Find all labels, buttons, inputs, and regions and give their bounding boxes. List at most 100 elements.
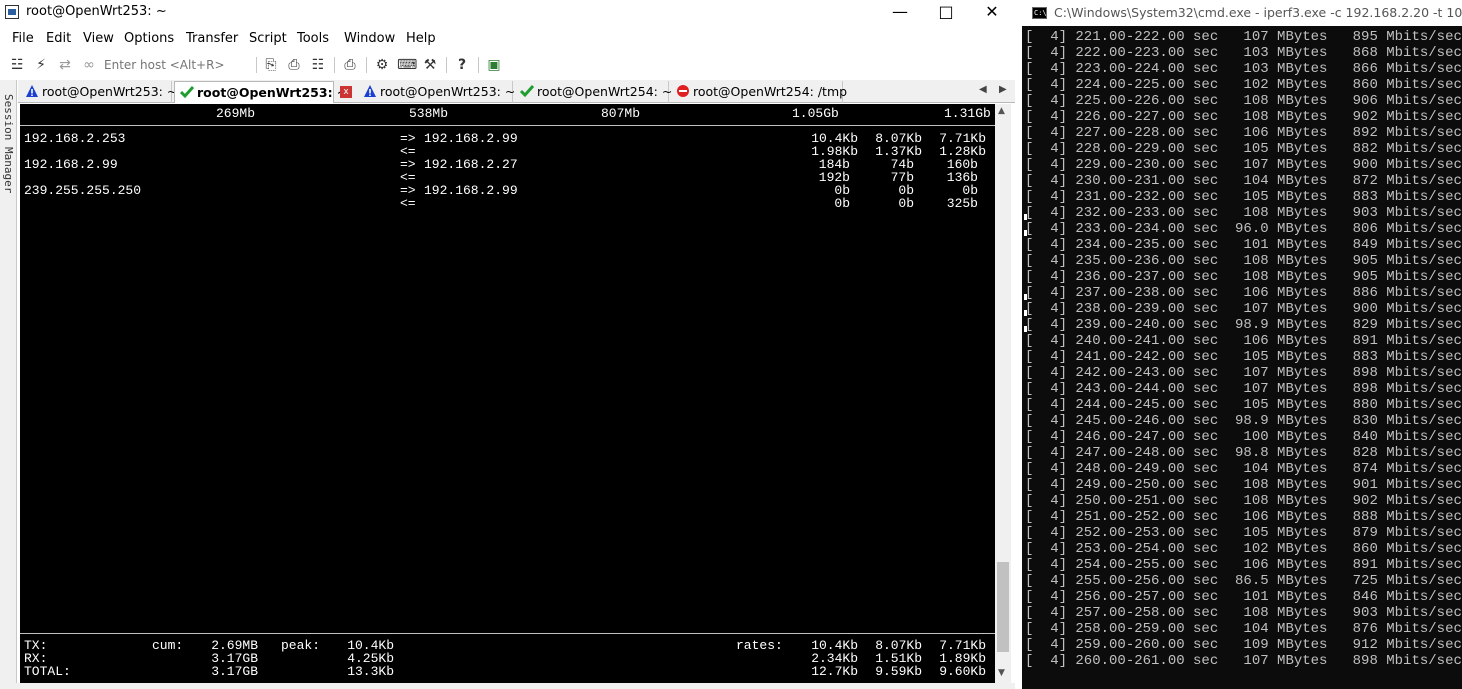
- tab-openwrt253-1[interactable]: root@OpenWrt253: ~: [20, 81, 177, 103]
- flow-source-host: 192.168.2.253: [24, 131, 126, 146]
- find-icon[interactable]: ☷: [309, 56, 327, 74]
- tab-label: root@OpenWrt254: /tmp: [693, 84, 848, 99]
- menu-bar: File Edit View Options Transfer Script T…: [0, 28, 1015, 50]
- status-bar: [0, 683, 1015, 689]
- paste-icon[interactable]: ⎙: [285, 56, 303, 74]
- title-bar[interactable]: root@OpenWrt253: ~ — □ ✕: [0, 0, 1015, 26]
- session-manager-panel[interactable]: Session Manager: [0, 80, 17, 689]
- flow-dest-host: 192.168.2.99: [424, 131, 518, 146]
- scale-divider: [20, 125, 995, 126]
- tab-openwrt253-2[interactable]: root@OpenWrt253: ~: [174, 81, 347, 103]
- footer-peak-label: peak:: [281, 638, 321, 653]
- iperf3-output-line: [ 4] 257.00-258.00 sec 108 MBytes 903 Mb…: [1025, 605, 1462, 621]
- iperf3-output-line: [ 4] 247.00-248.00 sec 98.8 MBytes 828 M…: [1025, 445, 1462, 461]
- footer-rates-label: rates:: [736, 638, 783, 653]
- copy-icon[interactable]: ⎘: [262, 56, 280, 74]
- menu-options[interactable]: Options: [124, 31, 174, 46]
- sftp-icon[interactable]: ⚒: [421, 56, 439, 74]
- tab-label: root@OpenWrt253: ~: [197, 85, 348, 100]
- iperf3-output-line: [ 4] 256.00-257.00 sec 101 MBytes 846 Mb…: [1025, 589, 1462, 605]
- iperf3-output-line: [ 4] 253.00-254.00 sec 102 MBytes 860 Mb…: [1025, 541, 1462, 557]
- tab-label: root@OpenWrt253: ~: [42, 84, 178, 99]
- cmd-console[interactable]: [ 4] 221.00-222.00 sec 107 MBytes 895 Mb…: [1022, 26, 1462, 689]
- maximize-button[interactable]: □: [923, 0, 969, 26]
- footer-total-label: TOTAL:: [24, 664, 71, 679]
- scale-label: 1.05Gb: [792, 106, 839, 121]
- disconnect-icon[interactable]: ∞: [80, 56, 98, 74]
- tab-label: root@OpenWrt254: ~: [537, 84, 673, 99]
- iperf3-output-line: [ 4] 251.00-252.00 sec 106 MBytes 888 Mb…: [1025, 509, 1462, 525]
- scroll-up-icon[interactable]: ▲: [998, 106, 1005, 116]
- tab-openwrt254-tmp[interactable]: root@OpenWrt254: /tmp: [671, 81, 847, 103]
- flow-dest-host: 192.168.2.99: [424, 183, 518, 198]
- iperf3-output-line: [ 4] 238.00-239.00 sec 107 MBytes 900 Mb…: [1025, 301, 1462, 317]
- scale-label: 1.31Gb: [944, 106, 991, 121]
- checkmark-icon: [520, 85, 534, 98]
- iperf3-output-line: [ 4] 225.00-226.00 sec 108 MBytes 906 Mb…: [1025, 93, 1462, 109]
- tab-scroll-left-icon[interactable]: ◀: [979, 84, 987, 95]
- iperf3-output-line: [ 4] 250.00-251.00 sec 108 MBytes 902 Mb…: [1025, 493, 1462, 509]
- iperf3-output-line: [ 4] 224.00-225.00 sec 102 MBytes 860 Mb…: [1025, 77, 1462, 93]
- session-tab-bar: root@OpenWrt253: ~ root@OpenWrt253: ~ x …: [18, 80, 1015, 103]
- iperf3-output-line: [ 4] 240.00-241.00 sec 106 MBytes 891 Mb…: [1025, 333, 1462, 349]
- menu-window[interactable]: Window: [344, 31, 395, 46]
- menu-tools[interactable]: Tools: [297, 31, 329, 46]
- session-image-icon[interactable]: ▣: [485, 56, 503, 74]
- close-tab-icon[interactable]: x: [340, 86, 352, 98]
- iperf3-output-line: [ 4] 241.00-242.00 sec 105 MBytes 883 Mb…: [1025, 349, 1462, 365]
- cmd-title-bar[interactable]: C:\ C:\Windows\System32\cmd.exe - iperf3…: [1022, 0, 1462, 26]
- quick-connect-icon[interactable]: ⚡: [32, 56, 50, 74]
- flow-source-host: 192.168.2.99: [24, 157, 118, 172]
- reconnect-icon[interactable]: ⇄: [56, 56, 74, 74]
- scale-label: 807Mb: [601, 106, 641, 121]
- session-manager-label: Session Manager: [2, 94, 15, 194]
- keymap-icon[interactable]: ⌨: [397, 56, 417, 74]
- toolbar-separator: [334, 57, 335, 73]
- menu-edit[interactable]: Edit: [46, 31, 71, 46]
- footer-total-rate-10s: 9.59Kb: [875, 664, 922, 679]
- securecrt-app-icon: [5, 5, 19, 19]
- menu-help[interactable]: Help: [406, 31, 436, 46]
- toolbar-separator: [256, 57, 257, 73]
- iperf3-output-line: [ 4] 234.00-235.00 sec 101 MBytes 849 Mb…: [1025, 237, 1462, 253]
- menu-transfer[interactable]: Transfer: [186, 31, 238, 46]
- menu-view[interactable]: View: [83, 31, 114, 46]
- close-button[interactable]: ✕: [969, 0, 1015, 26]
- menu-script[interactable]: Script: [249, 31, 287, 46]
- scale-label: 269Mb: [216, 106, 256, 121]
- enter-host-input[interactable]: [104, 56, 252, 74]
- scroll-down-icon[interactable]: ▼: [998, 668, 1005, 678]
- securecrt-window: root@OpenWrt253: ~ — □ ✕ File Edit View …: [0, 0, 1015, 689]
- warning-icon: [26, 85, 38, 97]
- disconnected-icon: [677, 85, 689, 97]
- iperf3-output-line: [ 4] 236.00-237.00 sec 108 MBytes 905 Mb…: [1025, 269, 1462, 285]
- iperf3-output-line: [ 4] 252.00-253.00 sec 105 MBytes 879 Mb…: [1025, 525, 1462, 541]
- scrollbar-thumb[interactable]: [997, 562, 1009, 652]
- rate-10s: 0b: [898, 196, 914, 211]
- terminal-screen[interactable]: 269Mb 538Mb 807Mb 1.05Gb 1.31Gb 192.168.…: [20, 104, 995, 683]
- iperf3-output-line: [ 4] 221.00-222.00 sec 107 MBytes 895 Mb…: [1025, 29, 1462, 45]
- connect-icon[interactable]: ☳: [8, 56, 26, 74]
- tab-scroll-right-icon[interactable]: ▶: [999, 84, 1007, 95]
- selection-marker: [1024, 230, 1027, 236]
- iperf3-output-line: [ 4] 254.00-255.00 sec 106 MBytes 891 Mb…: [1025, 557, 1462, 573]
- terminal-scrollbar[interactable]: ▲ ▼: [995, 104, 1011, 683]
- tab-openwrt254-1[interactable]: root@OpenWrt254: ~: [515, 81, 673, 103]
- toolbar-separator: [446, 57, 447, 73]
- iperf3-output-line: [ 4] 243.00-244.00 sec 107 MBytes 898 Mb…: [1025, 381, 1462, 397]
- help-icon[interactable]: ?: [453, 56, 471, 74]
- footer-total-peak: 13.3Kb: [347, 664, 394, 679]
- settings-gear-icon[interactable]: ⚙: [373, 56, 391, 74]
- menu-file[interactable]: File: [12, 31, 34, 46]
- cmd-window: C:\ C:\Windows\System32\cmd.exe - iperf3…: [1022, 0, 1462, 689]
- minimize-button[interactable]: —: [877, 0, 923, 26]
- iperf3-output-line: [ 4] 229.00-230.00 sec 107 MBytes 900 Mb…: [1025, 157, 1462, 173]
- iperf3-output-line: [ 4] 259.00-260.00 sec 109 MBytes 912 Mb…: [1025, 637, 1462, 653]
- warning-icon: [364, 85, 376, 97]
- tab-openwrt253-3[interactable]: root@OpenWrt253: ~: [358, 81, 515, 103]
- print-icon[interactable]: ⎙: [341, 56, 359, 74]
- flow-dest-host: 192.168.2.27: [424, 157, 518, 172]
- selection-marker: [1024, 214, 1027, 220]
- rate-40s: 325b: [946, 196, 978, 211]
- iperf3-output-line: [ 4] 230.00-231.00 sec 104 MBytes 872 Mb…: [1025, 173, 1462, 189]
